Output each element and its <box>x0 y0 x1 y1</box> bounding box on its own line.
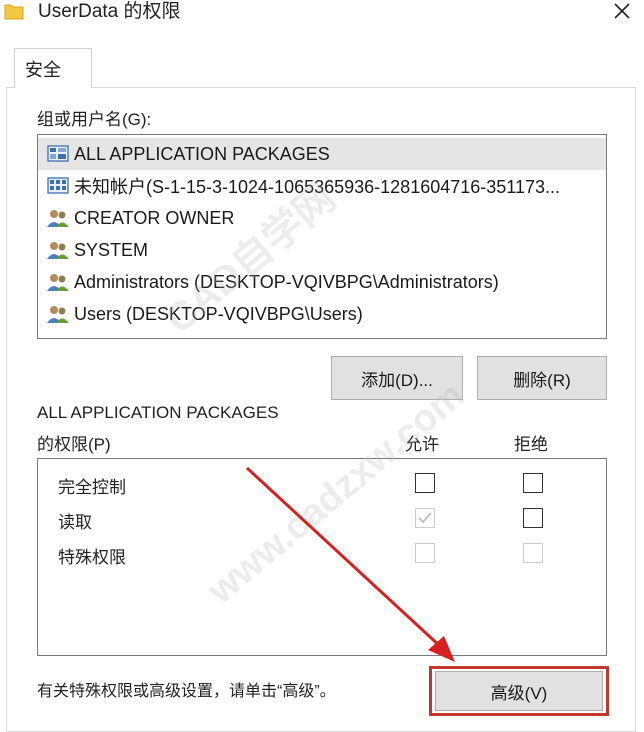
permission-special: 特殊权限 <box>58 548 126 567</box>
list-item-label: Users (DESKTOP-VQIVBPG\Users) <box>74 303 363 324</box>
users-icon <box>46 208 70 228</box>
list-item-all-application-packages[interactable]: ALL APPLICATION PACKAGES <box>38 138 606 170</box>
list-item-unknown-account[interactable]: 未知帐户(S-1-15-3-1024-1065365936-1281604716… <box>38 170 606 202</box>
users-icon <box>46 272 70 292</box>
add-button[interactable]: 添加(D)... <box>331 356 463 400</box>
list-item-label: SYSTEM <box>74 239 149 260</box>
groups-label: 组或用户名(G): <box>37 110 152 129</box>
tab-security-label: 安全 <box>25 60 61 80</box>
list-item-label: Administrators (DESKTOP-VQIVBPG\Administ… <box>74 271 499 292</box>
remove-button[interactable]: 删除(R) <box>477 356 607 400</box>
group-user-list[interactable]: ALL APPLICATION PACKAGES 未知帐户(S-1-15-3-1… <box>37 134 607 339</box>
list-item-label: CREATOR OWNER <box>74 207 235 228</box>
tab-security[interactable]: 安全 <box>14 48 92 88</box>
full-control-allow-checkbox[interactable] <box>415 473 435 493</box>
app-packages-icon <box>46 144 70 164</box>
list-item-label: ALL APPLICATION PACKAGES <box>74 143 330 164</box>
list-item-creator-owner[interactable]: CREATOR OWNER <box>38 202 606 234</box>
read-deny-checkbox[interactable] <box>523 508 543 528</box>
folder-icon <box>4 2 24 20</box>
title-bar: UserData 的权限 <box>0 0 644 26</box>
list-item-users[interactable]: Users (DESKTOP-VQIVBPG\Users) <box>38 298 606 330</box>
permissions-for-label: ALL APPLICATION PACKAGES <box>37 403 279 422</box>
deny-header: 拒绝 <box>514 435 548 454</box>
permissions-title: 的权限(P) <box>37 435 111 454</box>
users-icon <box>46 240 70 260</box>
users-icon <box>46 304 70 324</box>
check-icon <box>418 512 432 524</box>
close-button[interactable] <box>600 0 644 26</box>
allow-header: 允许 <box>405 435 439 454</box>
permission-read: 读取 <box>58 513 92 532</box>
window-title: UserData 的权限 <box>38 1 181 22</box>
permissions-list: 完全控制 读取 特殊权限 <box>37 458 607 656</box>
advanced-hint: 有关特殊权限或高级设置，请单击“高级”。 <box>37 683 336 700</box>
special-deny-checkbox[interactable] <box>523 543 543 563</box>
full-control-deny-checkbox[interactable] <box>523 473 543 493</box>
read-allow-checkbox[interactable] <box>415 508 435 528</box>
list-item-system[interactable]: SYSTEM <box>38 234 606 266</box>
permission-full-control: 完全控制 <box>58 478 126 497</box>
list-item-administrators[interactable]: Administrators (DESKTOP-VQIVBPG\Administ… <box>38 266 606 298</box>
list-item-label: 未知帐户(S-1-15-3-1024-1065365936-1281604716… <box>74 177 560 197</box>
special-allow-checkbox[interactable] <box>415 543 435 563</box>
unknown-account-icon <box>46 176 70 196</box>
close-icon <box>613 2 631 25</box>
advanced-highlight-outline <box>429 666 609 716</box>
